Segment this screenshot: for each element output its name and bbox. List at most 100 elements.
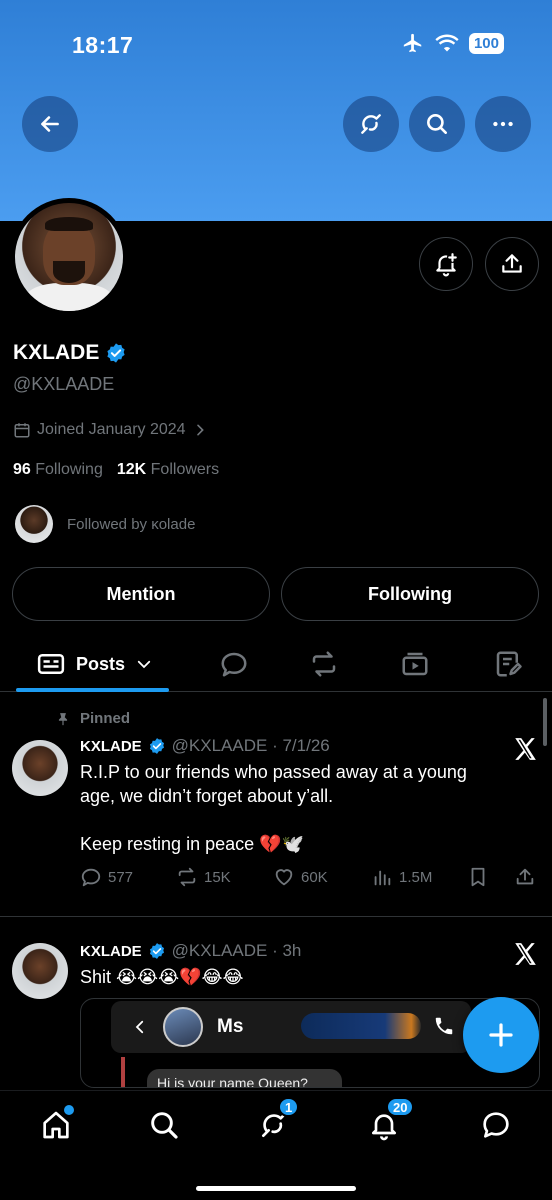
x-logo-icon xyxy=(515,943,536,965)
repost-count: 15K xyxy=(204,868,231,886)
post-author-name[interactable]: KXLADE xyxy=(80,738,142,755)
share-icon xyxy=(502,254,522,273)
reply-icon xyxy=(221,652,247,677)
chevron-left-icon xyxy=(135,1020,144,1034)
following-text: Following xyxy=(35,461,103,478)
notifications-subscribe-button[interactable] xyxy=(419,237,473,291)
chevron-down-icon xyxy=(137,660,151,669)
post-actions: 577 15K 60K 1.5M xyxy=(80,866,540,894)
post-text-line: age, we didn’t forget about y’all. xyxy=(80,786,334,806)
search-icon xyxy=(427,114,447,134)
profile-avatar[interactable] xyxy=(10,198,128,316)
home-unread-dot xyxy=(64,1105,74,1115)
views-button[interactable]: 1.5M xyxy=(371,866,432,888)
following-link[interactable]: 96 Following xyxy=(13,461,103,479)
calendar-icon xyxy=(14,423,30,438)
reply-count: 577 xyxy=(108,868,134,886)
phone-icon xyxy=(435,1017,453,1035)
grok-button[interactable] xyxy=(343,96,399,152)
status-time: 18:17 xyxy=(72,32,134,58)
chat-bubble-icon xyxy=(483,1112,509,1138)
post-header: KXLADE @KXLAADE · 3h xyxy=(80,941,301,961)
battery-indicator: 100 xyxy=(468,32,504,54)
more-options-button[interactable] xyxy=(475,96,531,152)
followers-text: Followers xyxy=(150,461,220,478)
pinned-text: Pinned xyxy=(80,710,131,727)
display-name: KXLADE xyxy=(13,341,100,364)
nav-search[interactable] xyxy=(144,1105,184,1145)
post-meta: @KXLAADE · 3h xyxy=(171,941,302,960)
tab-articles[interactable] xyxy=(490,636,526,692)
scrollbar[interactable] xyxy=(543,698,547,746)
post-divider xyxy=(0,916,552,917)
chevron-right-icon xyxy=(196,424,204,436)
like-button[interactable]: 60K xyxy=(273,866,328,888)
avatar-image xyxy=(15,203,123,311)
follower-avatar xyxy=(15,505,53,543)
embed-redaction xyxy=(301,1013,421,1039)
bell-plus-icon xyxy=(436,253,457,277)
followed-by-row[interactable]: Followed by κolade xyxy=(15,505,195,543)
embed-accent xyxy=(121,1057,125,1087)
like-count: 60K xyxy=(301,868,328,886)
profile-name: KXLADE xyxy=(13,341,127,365)
plus-icon xyxy=(489,1023,513,1047)
repost-button[interactable]: 15K xyxy=(176,866,231,888)
post-text: Shit 😭😭😭💔😂😂 xyxy=(80,967,244,987)
repost-icon xyxy=(178,867,196,887)
nav-grok[interactable]: 1 xyxy=(254,1097,300,1145)
post-text: R.I.P to our friends who passed away at … xyxy=(80,760,510,856)
post-author-name[interactable]: KXLADE xyxy=(80,943,142,960)
share-profile-button[interactable] xyxy=(485,237,539,291)
tab-posts[interactable]: Posts xyxy=(36,636,153,692)
heart-icon xyxy=(275,869,293,886)
x-logo-icon xyxy=(515,738,536,760)
share-post-button[interactable] xyxy=(514,866,536,888)
active-tab-indicator xyxy=(16,688,169,692)
nav-messages[interactable] xyxy=(476,1105,516,1145)
arrow-left-icon xyxy=(41,116,59,132)
reply-button[interactable]: 577 xyxy=(80,866,133,888)
bookmark-button[interactable] xyxy=(467,866,489,888)
verified-badge-icon xyxy=(149,943,164,959)
pin-icon xyxy=(58,712,68,725)
views-chart-icon xyxy=(374,870,391,886)
profile-tabs: Posts xyxy=(0,636,552,692)
bookmark-icon xyxy=(471,867,485,887)
back-button[interactable] xyxy=(22,96,78,152)
post-header: KXLADE @KXLAADE · 7/1/26 xyxy=(80,736,330,756)
article-icon xyxy=(496,651,522,677)
tab-videos[interactable] xyxy=(397,636,433,692)
nav-notifications[interactable]: 20 xyxy=(364,1097,415,1145)
posts-icon xyxy=(37,654,65,674)
mention-button[interactable]: Mention xyxy=(12,567,270,621)
tab-reposts[interactable] xyxy=(306,636,342,692)
tab-replies[interactable] xyxy=(216,636,252,692)
notifications-badge: 20 xyxy=(386,1097,415,1117)
compose-post-button[interactable] xyxy=(463,997,539,1073)
nav-home[interactable] xyxy=(36,1105,76,1145)
follow-stats: 96 Following 12K Followers xyxy=(13,461,219,479)
followers-link[interactable]: 12K Followers xyxy=(117,461,219,479)
search-button[interactable] xyxy=(409,96,465,152)
bottom-navigation: 1 20 xyxy=(0,1090,552,1200)
search-icon xyxy=(151,1112,178,1139)
post-text-line: Keep resting in peace 💔🕊️ xyxy=(80,834,304,854)
joined-date[interactable]: Joined January 2024 xyxy=(13,421,208,439)
embed-contact-name: Ms xyxy=(217,1016,244,1037)
followed-by-text: Followed by κolade xyxy=(67,515,196,533)
profile-handle: @KXLAADE xyxy=(13,374,115,394)
embed-chat-bubble: Hi is your name Queen? xyxy=(147,1069,342,1087)
grok-badge: 1 xyxy=(278,1097,300,1117)
home-indicator xyxy=(196,1186,356,1191)
post-author-avatar[interactable] xyxy=(12,943,68,999)
following-button[interactable]: Following xyxy=(281,567,539,621)
verified-badge-icon xyxy=(149,738,164,754)
status-bar: 18:17 100 xyxy=(0,0,552,90)
grok-icon xyxy=(361,114,381,134)
status-icons: 100 xyxy=(401,32,504,54)
share-icon xyxy=(516,868,534,885)
video-icon xyxy=(402,652,428,676)
airplane-icon xyxy=(403,33,422,53)
post-author-avatar[interactable] xyxy=(12,740,68,796)
